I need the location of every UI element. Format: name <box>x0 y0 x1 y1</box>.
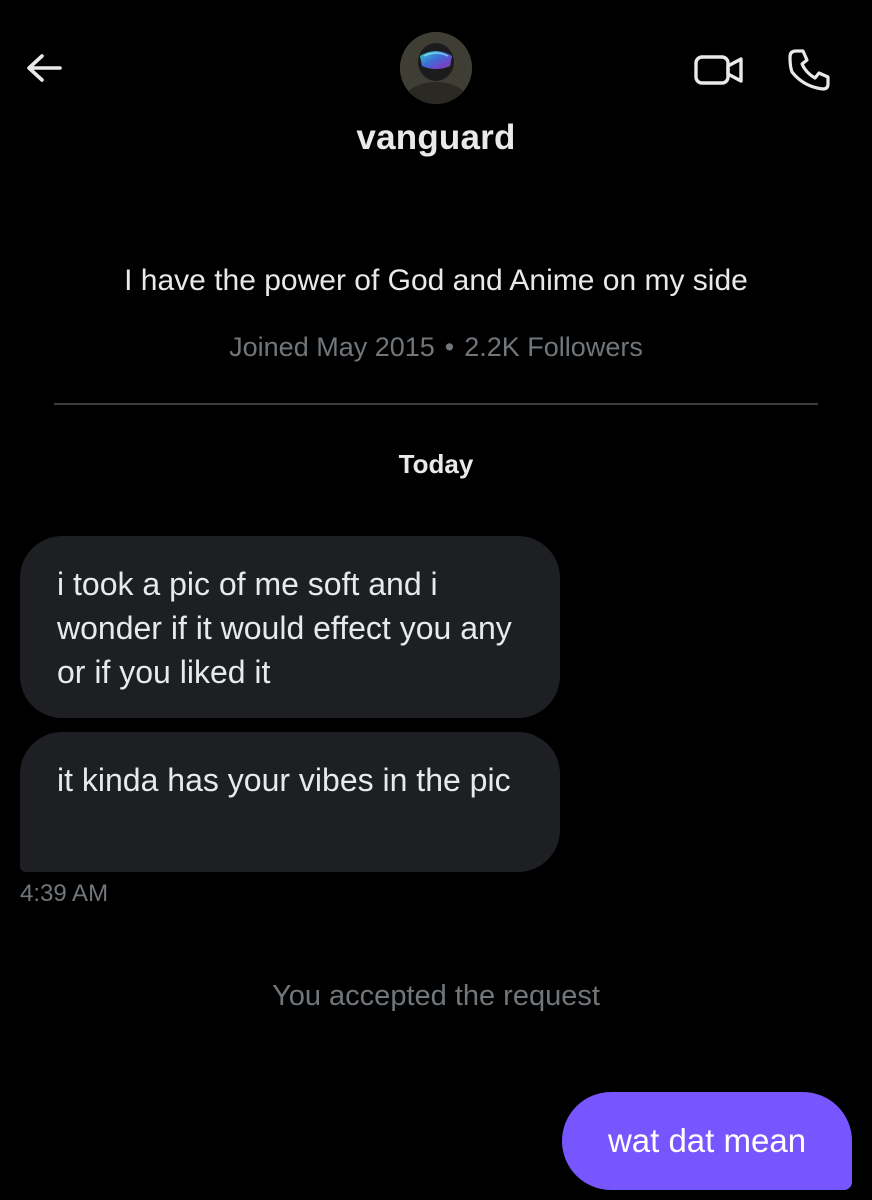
message-text: it kinda has your vibes in the pic <box>57 762 511 798</box>
back-button[interactable] <box>22 48 66 88</box>
joined-date: Joined May 2015 <box>229 332 435 362</box>
video-call-button[interactable] <box>692 50 746 90</box>
followers-count[interactable]: 2.2K Followers <box>464 332 643 362</box>
profile-meta: Joined May 2015 • 2.2K Followers <box>0 332 872 363</box>
meta-separator: • <box>444 332 455 362</box>
message-text: wat dat mean <box>607 1122 807 1159</box>
phone-icon <box>788 49 830 91</box>
divider <box>54 403 818 405</box>
voice-call-button[interactable] <box>784 46 834 94</box>
incoming-message[interactable]: it kinda has your vibes in the pic <box>20 732 560 872</box>
message-text: i took a pic of me soft and i wonder if … <box>57 566 512 690</box>
avatar-helmet-image <box>400 32 472 104</box>
avatar[interactable] <box>400 32 472 104</box>
incoming-message[interactable]: i took a pic of me soft and i wonder if … <box>20 536 560 718</box>
system-message: You accepted the request <box>272 980 600 1012</box>
arrow-left-icon <box>27 54 62 82</box>
conversation-username[interactable]: vanguard <box>0 118 872 158</box>
outgoing-message[interactable]: wat dat mean <box>562 1092 852 1190</box>
video-camera-icon <box>694 55 743 85</box>
day-label: Today <box>398 449 474 479</box>
message-timestamp: 4:39 AM <box>20 880 109 907</box>
profile-bio: I have the power of God and Anime on my … <box>124 264 748 297</box>
